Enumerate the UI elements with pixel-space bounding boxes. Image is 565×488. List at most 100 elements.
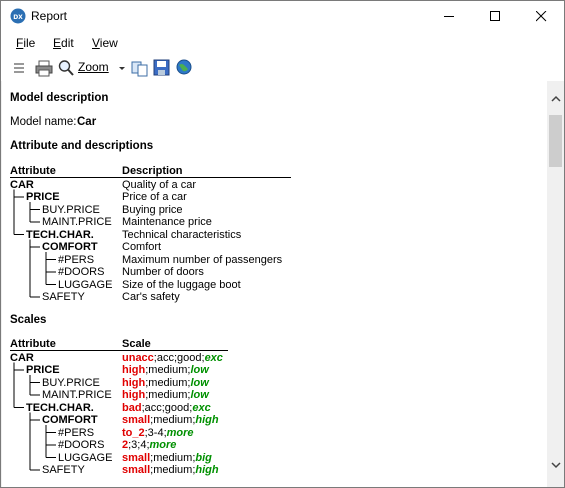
window-title: Report <box>31 9 68 23</box>
attributes-table: CAR Quality of a car PRICE Price of a car BU… <box>2 178 302 304</box>
scale-value: ;medium; <box>150 451 196 464</box>
save-icon[interactable] <box>153 59 171 77</box>
menu-bar: File Edit View <box>1 31 564 54</box>
close-icon <box>536 11 547 22</box>
scale-value: ;3-4; <box>144 426 167 439</box>
scroll-down-icon[interactable] <box>551 461 561 469</box>
scale-value: high <box>122 389 146 401</box>
scale-value: unacc <box>122 351 154 364</box>
menu-edit[interactable]: Edit <box>53 36 74 50</box>
vertical-scrollbar[interactable] <box>547 81 564 487</box>
scale-value: more <box>166 426 194 439</box>
model-heading: Model description <box>10 92 109 104</box>
tree-row-description: Quality of a car <box>122 178 196 191</box>
tree-row-attribute: #PERS <box>58 426 95 439</box>
tree-row-attribute: LUGGAGE <box>58 278 113 291</box>
scale-value: ;acc;good; <box>153 351 205 364</box>
tree-row-scale: high;medium;low <box>122 389 209 401</box>
tree-row-attribute: PRICE <box>26 191 60 203</box>
scale-value: high <box>122 376 146 389</box>
tree-row-scale: small;medium;high <box>122 414 219 426</box>
scale-value: high <box>195 464 219 476</box>
tree-row-description: Technical characteristics <box>122 228 242 241</box>
tree-row-scale: small;medium;high <box>122 464 219 476</box>
tree-row-scale: high;medium;low <box>122 364 209 376</box>
zoom-dropdown-icon[interactable] <box>118 59 126 77</box>
menu-file[interactable]: File <box>16 36 35 50</box>
globe-icon[interactable] <box>176 59 193 77</box>
tree-row-scale: unacc;acc;good;exc <box>122 352 223 364</box>
tree-row-attribute: CAR <box>10 178 34 191</box>
tree-row-attribute: CAR <box>10 351 34 364</box>
tree-row-attribute: SAFETY <box>42 291 85 303</box>
tree-row-description: Car's safety <box>122 291 180 303</box>
scale-value: to_2 <box>122 426 145 439</box>
toolbar: Zoom <box>1 54 564 81</box>
tree-row-description: Number of doors <box>122 266 204 278</box>
attributes-heading: Attribute and descriptions <box>10 140 154 152</box>
scale-value: ;medium; <box>150 414 196 426</box>
tree-row-attribute: TECH.CHAR. <box>26 228 94 241</box>
report-window: DX Report File Edit View Zoom Model desc… <box>0 0 565 488</box>
tree-row-scale: to_2;3-4;more <box>122 427 194 439</box>
tree-row-description: Maintenance price <box>122 216 212 228</box>
minimize-button[interactable] <box>426 1 472 31</box>
model-name-label: Model name: <box>10 116 77 128</box>
scale-value: small <box>122 414 151 426</box>
scales-col-scale: Scale <box>122 338 151 350</box>
tree-row-description: Price of a car <box>122 191 187 203</box>
tree-row-description: Comfort <box>122 241 162 253</box>
scale-value: high <box>195 414 219 426</box>
tree-row-attribute: MAINT.PRICE <box>42 389 112 401</box>
menu-view[interactable]: View <box>92 36 118 50</box>
scale-value: ;medium; <box>145 376 191 389</box>
print-icon[interactable] <box>35 59 53 77</box>
scale-value: low <box>190 389 209 401</box>
scale-value: ;medium; <box>145 389 191 401</box>
tree-row-description: Size of the luggage boot <box>122 278 241 291</box>
tree-row-scale: 2;3;4;more <box>122 439 176 451</box>
title-bar[interactable]: DX Report <box>1 1 564 31</box>
tree-row-attribute: PRICE <box>26 364 60 376</box>
tree-row-attribute: COMFORT <box>42 241 98 253</box>
scale-value: high <box>122 364 146 376</box>
scroll-up-icon[interactable] <box>551 95 561 103</box>
maximize-icon <box>490 11 500 21</box>
scale-value: ;medium; <box>145 364 191 376</box>
copy-icon[interactable] <box>131 59 149 77</box>
tree-row-attribute: MAINT.PRICE <box>42 216 112 228</box>
maximize-button[interactable] <box>472 1 518 31</box>
app-icon: DX <box>10 8 26 24</box>
attributes-col-description: Description <box>122 165 183 177</box>
model-name-value: Car <box>77 116 97 128</box>
scales-col-attribute: Attribute <box>10 338 56 350</box>
tree-row-scale: bad;acc;good;exc <box>122 402 211 414</box>
report-content: Model description Model name: Car Attrib… <box>2 81 547 487</box>
zoom-label[interactable]: Zoom <box>78 60 109 78</box>
tree-row-attribute: TECH.CHAR. <box>26 401 94 414</box>
tree-row-attribute: #DOORS <box>58 266 105 278</box>
grip-icon[interactable] <box>13 59 25 77</box>
scale-value: big <box>195 451 212 464</box>
scale-value: exc <box>204 351 223 364</box>
tree-row-attribute: BUY.PRICE <box>42 376 100 389</box>
scale-value: more <box>149 439 177 451</box>
scale-value: exc <box>192 401 211 414</box>
tree-row-attribute: BUY.PRICE <box>42 203 100 216</box>
scale-value: ;medium; <box>150 464 196 476</box>
scale-value: small <box>122 451 151 464</box>
tree-row-attribute: #PERS <box>58 253 95 266</box>
scales-table: CAR unacc;acc;good;exc PRICE high;medium;lo… <box>2 351 302 477</box>
tree-row-attribute: COMFORT <box>42 414 98 426</box>
svg-text:DX: DX <box>13 14 23 21</box>
scale-value: low <box>190 376 209 389</box>
scales-heading: Scales <box>10 314 47 326</box>
close-button[interactable] <box>518 1 564 31</box>
zoom-icon[interactable] <box>58 59 74 77</box>
minimize-icon <box>444 16 454 17</box>
tree-row-scale: high;medium;low <box>122 377 209 389</box>
tree-row-description: Maximum number of passengers <box>122 253 283 266</box>
scale-value: low <box>190 364 209 376</box>
scrollbar-thumb[interactable] <box>549 115 562 167</box>
tree-row-attribute: LUGGAGE <box>58 451 113 464</box>
